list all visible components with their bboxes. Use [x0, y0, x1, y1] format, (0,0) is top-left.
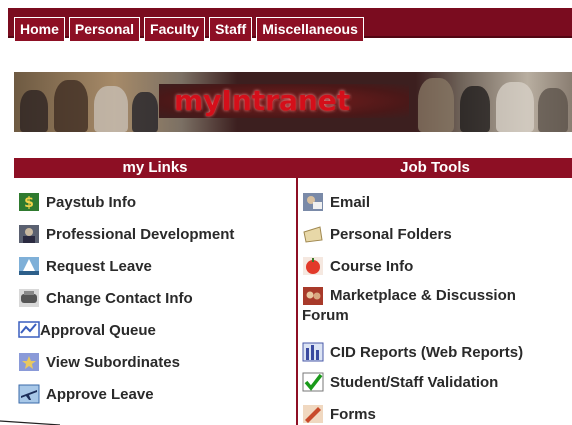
marketplace-icon — [303, 287, 323, 305]
tab-faculty[interactable]: Faculty — [144, 17, 206, 41]
my-links-header: my Links — [14, 158, 296, 178]
tab-staff[interactable]: Staff — [209, 17, 253, 41]
photo-person — [94, 86, 128, 132]
photo-person — [496, 82, 534, 132]
folders-icon — [303, 225, 323, 243]
tool-personal-folders[interactable]: Personal Folders — [302, 224, 452, 244]
link-approval-queue[interactable]: Approval Queue — [18, 320, 156, 340]
checkmark-icon — [302, 372, 324, 392]
tool-forms[interactable]: Forms — [302, 404, 376, 424]
photo-person — [418, 78, 454, 132]
link-professional-development[interactable]: Professional Development — [18, 224, 234, 244]
banner: myIntranet — [14, 72, 572, 132]
paystub-icon: $ — [19, 193, 39, 211]
job-tools-header: Job Tools — [298, 158, 572, 178]
link-request-leave[interactable]: Request Leave — [18, 256, 152, 276]
tool-label: Course Info — [330, 257, 414, 275]
tool-label: Email — [330, 193, 371, 211]
column-divider — [296, 158, 298, 425]
photo-person — [538, 88, 568, 132]
request-leave-icon — [19, 257, 39, 275]
approval-queue-icon — [18, 321, 40, 338]
photo-person — [54, 80, 88, 132]
annotation-line — [0, 420, 60, 425]
tool-email[interactable]: Email — [302, 192, 370, 212]
tool-label: Forms — [330, 405, 376, 423]
tool-course-info[interactable]: Course Info — [302, 256, 413, 276]
contact-info-icon — [19, 289, 39, 307]
tool-label: CID Reports (Web Reports) — [330, 343, 524, 361]
tool-label: Personal Folders — [330, 225, 452, 243]
course-info-icon — [303, 257, 323, 275]
tab-home[interactable]: Home — [14, 17, 65, 41]
tab-miscellaneous[interactable]: Miscellaneous — [256, 17, 364, 41]
link-view-subordinates[interactable]: View Subordinates — [18, 352, 180, 372]
photo-person — [20, 90, 48, 132]
nav-tabs: Home Personal Faculty Staff Miscellaneou… — [14, 17, 364, 41]
tool-cid-reports[interactable]: CID Reports (Web Reports) — [302, 342, 523, 362]
professional-development-icon — [19, 225, 39, 243]
tab-personal[interactable]: Personal — [68, 17, 141, 41]
tool-student-staff-validation[interactable]: Student/Staff Validation — [302, 372, 498, 392]
site-logo-title: myIntranet — [174, 84, 351, 117]
link-label: Change Contact Info — [46, 289, 193, 307]
link-label: Request Leave — [46, 257, 152, 275]
tool-marketplace-forum[interactable]: Marketplace & Discussion Forum — [302, 286, 516, 326]
tool-label: Student/Staff Validation — [330, 373, 499, 391]
link-label: Paystub Info — [46, 193, 137, 211]
svg-text:$: $ — [24, 195, 34, 211]
link-change-contact-info[interactable]: Change Contact Info — [18, 288, 193, 308]
reports-icon — [302, 342, 324, 362]
link-label: Approve Leave — [46, 385, 154, 403]
tool-label-continued: Forum — [302, 307, 349, 324]
link-label: Professional Development — [46, 225, 235, 243]
forms-icon — [303, 405, 323, 423]
link-paystub-info[interactable]: $ Paystub Info — [18, 192, 136, 212]
link-label: View Subordinates — [46, 353, 180, 371]
photo-person — [132, 92, 158, 132]
email-icon — [303, 193, 323, 211]
subordinates-icon — [19, 353, 39, 371]
photo-person — [460, 86, 490, 132]
link-label: Approval Queue — [40, 321, 156, 339]
tool-label: Marketplace & Discussion — [330, 287, 516, 304]
